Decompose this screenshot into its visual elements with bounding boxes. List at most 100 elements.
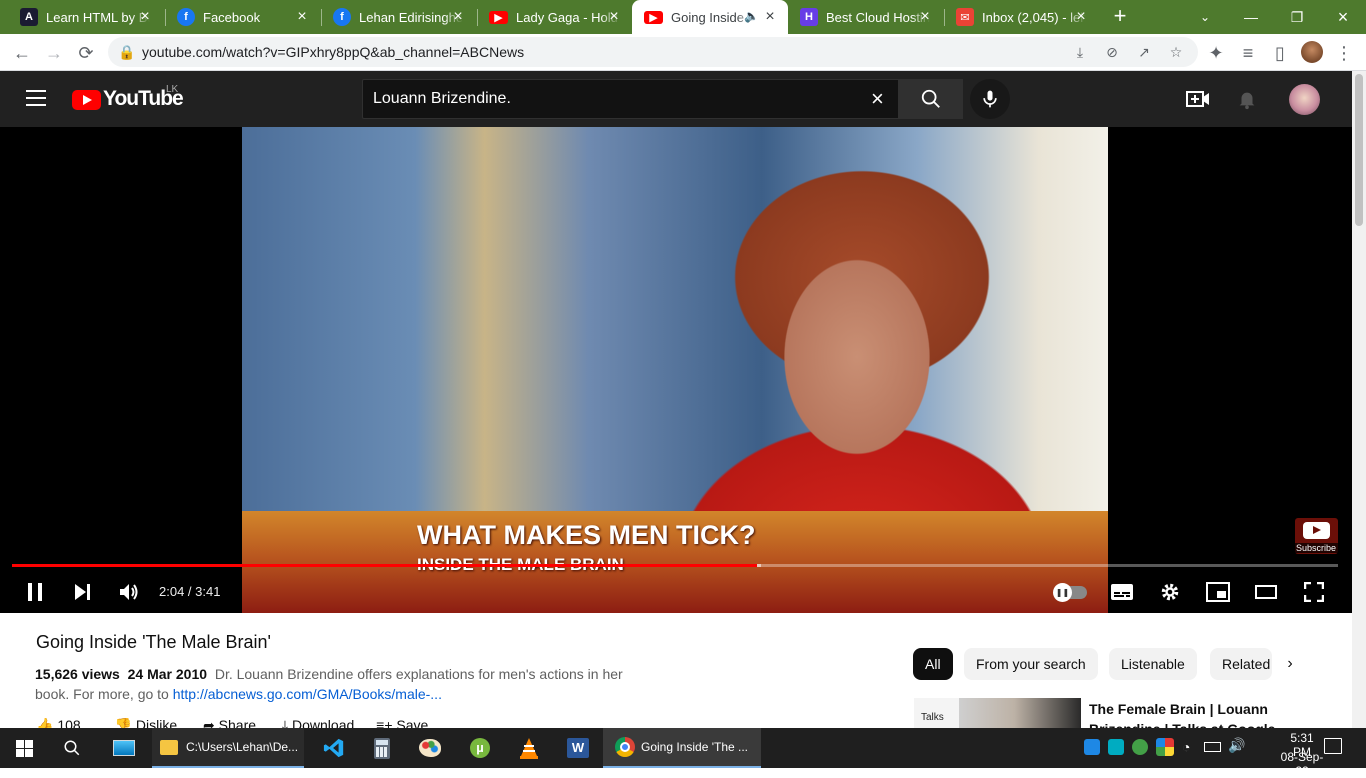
tray-torrent-icon[interactable]	[1132, 739, 1148, 755]
close-tab-icon[interactable]: ×	[606, 9, 622, 25]
subtitles-button[interactable]	[1107, 577, 1137, 607]
utorrent-icon[interactable]: µ	[456, 728, 504, 768]
taskbar-date[interactable]: 08-Sep-22	[1277, 750, 1327, 778]
tray-app-icon[interactable]	[1108, 739, 1124, 755]
browser-menu-icon[interactable]: ⋮	[1330, 39, 1358, 67]
tab-cloud-hosting[interactable]: H Best Cloud Hosting ×	[788, 0, 943, 34]
side-panel-icon[interactable]: ▯	[1266, 39, 1294, 67]
subscribe-watermark-label[interactable]: Subscribe	[1294, 543, 1338, 553]
minimize-button[interactable]: —	[1228, 0, 1274, 34]
taskbar-chrome[interactable]: Going Inside 'The ...	[603, 728, 761, 768]
notifications-bell-icon[interactable]	[1236, 88, 1258, 110]
progress-bar[interactable]	[12, 564, 1338, 567]
battery-icon[interactable]	[1204, 742, 1221, 752]
related-video-thumbnail[interactable]: Talks	[914, 698, 1081, 728]
search-input-value[interactable]: Louann Brizendine.	[373, 90, 511, 108]
folder-icon	[160, 739, 178, 755]
tab-going-inside[interactable]: ▶ Going Inside 'The Male Brain' 🔈 ×	[632, 0, 788, 34]
search-input[interactable]: Louann Brizendine. ×	[362, 79, 899, 119]
clear-search-icon[interactable]: ×	[871, 86, 884, 112]
chip-listenable[interactable]: Listenable	[1109, 648, 1197, 680]
taskbar-file-explorer[interactable]: C:\Users\Lehan\De...	[152, 728, 304, 768]
tray-app-icon[interactable]	[1156, 738, 1174, 756]
related-video-title[interactable]: The Female Brain | Louann Brizendine | T…	[1089, 699, 1279, 728]
address-bar[interactable]: 🔒 youtube.com/watch?v=GIPxhry8ppQ&ab_cha…	[108, 37, 1198, 67]
tab-lehan-facebook[interactable]: f Lehan Edirisinghe ×	[321, 0, 476, 34]
close-tab-icon[interactable]: ×	[762, 9, 778, 25]
tab-inbox[interactable]: ✉ Inbox (2,045) - lehan ×	[944, 0, 1099, 34]
chip-from-your-search[interactable]: From your search	[964, 648, 1098, 680]
bookmark-star-icon[interactable]: ☆	[1166, 42, 1186, 62]
view-count: 15,626 views	[35, 666, 120, 682]
close-tab-icon[interactable]: ×	[917, 9, 933, 25]
tab-learn-html[interactable]: A Learn HTML by Building ×	[8, 0, 163, 34]
video-description[interactable]: 15,626 views 24 Mar 2010 Dr. Louann Briz…	[35, 664, 635, 704]
calculator-icon[interactable]	[358, 728, 406, 768]
profile-avatar[interactable]	[1301, 41, 1323, 63]
tracking-blocked-icon[interactable]: ⊘	[1102, 42, 1122, 62]
volume-tray-icon[interactable]: 🔊	[1228, 737, 1245, 754]
autoplay-toggle[interactable]: ❚❚	[1053, 577, 1088, 607]
settings-button[interactable]	[1155, 577, 1185, 607]
tab-facebook[interactable]: f Facebook ×	[165, 0, 320, 34]
close-tab-icon[interactable]: ×	[137, 9, 153, 25]
extensions-icon[interactable]: ✦	[1202, 39, 1230, 67]
install-app-icon[interactable]: ⤓	[1070, 42, 1090, 62]
vlc-icon[interactable]	[505, 728, 553, 768]
vscode-icon[interactable]	[310, 728, 358, 768]
youtube-logo-icon[interactable]	[72, 90, 101, 110]
lock-icon[interactable]: 🔒	[117, 42, 137, 62]
restore-button[interactable]: ❐	[1274, 0, 1320, 34]
share-icon[interactable]: ↗	[1134, 42, 1154, 62]
page-scrollbar[interactable]	[1352, 71, 1366, 728]
hosting-icon: H	[800, 8, 818, 26]
windows-start-icon[interactable]	[0, 728, 48, 768]
like-button[interactable]: 👍 108	[36, 717, 81, 728]
download-button[interactable]: ⤓ Download	[282, 717, 354, 728]
chips-next-chevron-icon[interactable]: ›	[1272, 648, 1308, 680]
miniplayer-button[interactable]	[1203, 577, 1233, 607]
pause-button[interactable]	[20, 577, 50, 607]
media-control-icon[interactable]: ≡	[1234, 39, 1262, 67]
notifications-icon[interactable]	[1324, 738, 1342, 754]
youtube-header: YouTube LK Louann Brizendine. ×	[0, 71, 1352, 127]
speaker-audio-icon[interactable]: 🔈	[744, 9, 759, 23]
tray-app-icon[interactable]	[1084, 739, 1100, 755]
fullscreen-button[interactable]	[1299, 577, 1329, 607]
volume-button[interactable]	[114, 577, 144, 607]
description-link[interactable]: http://abcnews.go.com/GMA/Books/male-...	[173, 686, 442, 702]
share-button[interactable]: ➦ Share	[203, 717, 256, 728]
wifi-icon[interactable]: ◔	[1182, 739, 1190, 755]
back-button[interactable]: ←	[8, 39, 36, 67]
save-button[interactable]: ≡+ Save	[376, 717, 428, 728]
close-tab-icon[interactable]: ×	[294, 9, 310, 25]
video-player[interactable]: WHAT MAKES MEN TICK? INSIDE THE MALE BRA…	[0, 127, 1352, 613]
dislike-button[interactable]: 👎 Dislike	[115, 717, 178, 728]
tab-search-button[interactable]: ⌄	[1182, 0, 1228, 34]
chip-related[interactable]: Related	[1210, 648, 1272, 680]
chip-all[interactable]: All	[913, 648, 953, 680]
video-frame[interactable]: WHAT MAKES MEN TICK? INSIDE THE MALE BRA…	[242, 127, 1108, 613]
paint-icon[interactable]	[406, 728, 454, 768]
word-icon[interactable]: W	[554, 728, 602, 768]
account-avatar[interactable]	[1289, 84, 1320, 115]
scrollbar-thumb[interactable]	[1355, 74, 1363, 226]
region-code: LK	[166, 84, 179, 95]
search-button[interactable]	[899, 79, 963, 119]
close-window-button[interactable]: ×	[1320, 0, 1366, 34]
taskbar-search-icon[interactable]	[48, 728, 96, 768]
hamburger-menu-icon[interactable]	[26, 90, 46, 106]
new-tab-button[interactable]: +	[1108, 4, 1132, 28]
more-actions-icon[interactable]: …	[450, 717, 464, 728]
tab-lady-gaga[interactable]: ▶ Lady Gaga - Hold My Hand ×	[477, 0, 632, 34]
next-video-button[interactable]	[67, 577, 97, 607]
reload-button[interactable]: ⟳	[72, 39, 100, 67]
this-pc-icon[interactable]	[100, 728, 148, 768]
url-text[interactable]: youtube.com/watch?v=GIPxhry8ppQ&ab_chann…	[142, 44, 524, 60]
close-tab-icon[interactable]: ×	[1073, 9, 1089, 25]
theater-mode-button[interactable]	[1251, 577, 1281, 607]
create-video-icon[interactable]	[1186, 88, 1210, 110]
forward-button[interactable]: →	[40, 39, 68, 67]
close-tab-icon[interactable]: ×	[450, 9, 466, 25]
voice-search-button[interactable]	[970, 79, 1010, 119]
